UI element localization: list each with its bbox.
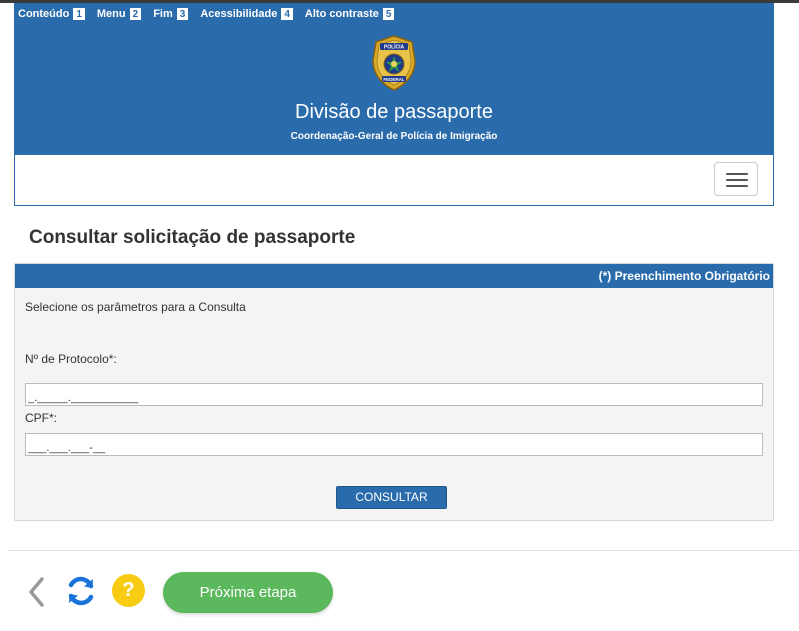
help-button[interactable]: ? (112, 574, 145, 607)
skip-link-label: Conteúdo (18, 8, 70, 20)
accessibility-skip-bar: Conteúdo 1 Menu 2 Fim 3 Acessibilidade 4… (18, 8, 406, 20)
required-fields-note: (*) Preenchimento Obrigatório (15, 264, 773, 288)
consult-form-panel: (*) Preenchimento Obrigatório Selecione … (14, 263, 774, 521)
site-title: Divisão de passaporte (295, 101, 493, 123)
cpf-label: CPF*: (25, 411, 58, 425)
site-header: Conteúdo 1 Menu 2 Fim 3 Acessibilidade 4… (14, 3, 774, 155)
protocol-label: Nº de Protocolo*: (25, 352, 117, 366)
form-intro-text: Selecione os parâmetros para a Consulta (25, 300, 246, 314)
skip-link-key: 2 (129, 8, 142, 20)
consultar-button[interactable]: CONSULTAR (336, 486, 447, 509)
skip-link-end[interactable]: Fim 3 (153, 8, 189, 20)
svg-text:FEDERAL: FEDERAL (383, 77, 405, 82)
skip-link-label: Fim (153, 8, 173, 20)
navbar (14, 155, 774, 206)
skip-link-content[interactable]: Conteúdo 1 (18, 8, 85, 20)
hamburger-bar (726, 185, 748, 187)
skip-link-label: Alto contraste (304, 8, 379, 20)
skip-link-accessibility[interactable]: Acessibilidade 4 (200, 8, 293, 20)
back-arrow-icon[interactable] (24, 575, 50, 609)
footer-divider (8, 550, 799, 551)
cpf-input[interactable] (25, 433, 763, 456)
skip-link-high-contrast[interactable]: Alto contraste 5 (305, 8, 395, 20)
policia-federal-badge-logo: POLÍCIA FEDERAL (372, 35, 416, 91)
next-step-button[interactable]: Próxima etapa (163, 572, 333, 613)
svg-text:POLÍCIA: POLÍCIA (384, 43, 405, 51)
page-title: Consultar solicitação de passaporte (29, 227, 356, 248)
site-subtitle: Coordenação-Geral de Polícia de Imigraçã… (290, 131, 498, 142)
skip-link-menu[interactable]: Menu 2 (96, 8, 142, 20)
hamburger-menu-button[interactable] (714, 162, 758, 196)
skip-link-label: Menu (96, 8, 126, 20)
skip-link-label: Acessibilidade (200, 8, 278, 20)
refresh-icon[interactable] (64, 574, 98, 608)
hamburger-bar (726, 179, 748, 181)
skip-link-key: 4 (281, 8, 293, 20)
protocol-input[interactable] (25, 383, 763, 406)
skip-link-key: 3 (176, 8, 189, 20)
skip-link-key: 5 (382, 8, 395, 20)
skip-link-key: 1 (73, 8, 85, 20)
hamburger-bar (726, 173, 748, 175)
